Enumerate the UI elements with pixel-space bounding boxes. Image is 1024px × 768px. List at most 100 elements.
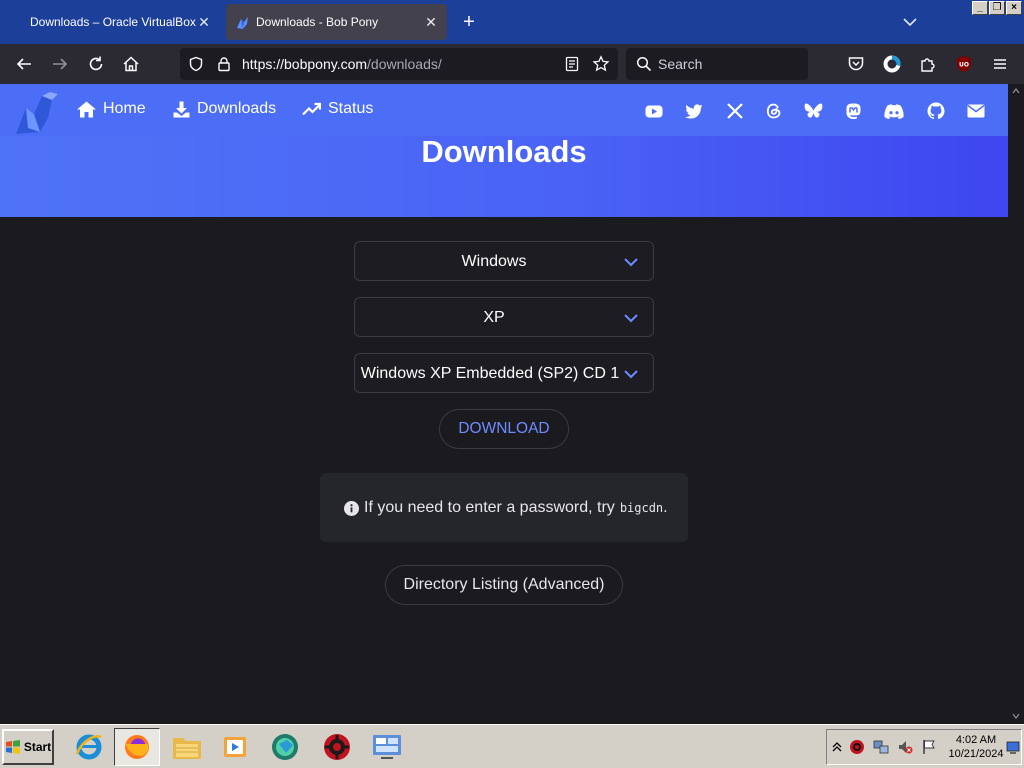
scroll-up-icon[interactable] [1012,87,1020,95]
nav-home-link[interactable]: Home [77,100,146,118]
profile-icon [883,55,901,73]
tray-volume[interactable] [897,739,913,755]
threads-link[interactable] [764,101,784,121]
search-bar[interactable]: Search [626,48,808,80]
scroll-down-icon[interactable] [1012,712,1020,720]
firefox-icon [125,735,149,759]
discord-link[interactable] [884,101,904,121]
address-bar[interactable]: https://bobpony.com/downloads/ [180,48,618,80]
shield-icon[interactable] [188,56,204,72]
ublock-button[interactable]: UO [952,52,976,76]
start-button[interactable]: Start [2,729,54,765]
home-icon [77,101,96,117]
mastodon-link[interactable] [843,101,863,121]
clock-date: 10/21/2024 [948,748,1004,760]
download-button[interactable]: DOWNLOAD [439,409,569,449]
taskbar-media-player[interactable] [212,728,258,766]
github-link[interactable] [926,101,946,121]
trending-up-icon [302,102,321,116]
back-button[interactable] [12,52,36,76]
directory-listing-button[interactable]: Directory Listing (Advanced) [385,565,623,605]
bookmark-star-icon[interactable] [592,55,610,73]
youtube-icon [645,105,663,117]
taskbar-settings-app[interactable] [314,728,360,766]
email-link[interactable] [966,101,986,121]
forward-button[interactable] [48,52,72,76]
tab-virtualbox[interactable]: Downloads – Oracle VirtualBox ✕ [8,4,220,40]
x-icon [727,103,743,119]
tray-action-center[interactable] [921,739,937,755]
tab-label: Downloads – Oracle VirtualBox [30,15,196,29]
taskbar-internet-explorer[interactable] [66,728,112,766]
search-icon [636,56,652,72]
chevron-down-icon [624,258,638,267]
bob-pony-logo-icon[interactable] [12,88,62,136]
twitter-icon [685,103,703,118]
taskbar-control-panel[interactable] [364,728,410,766]
taskbar-clock[interactable]: 4:02 AM 10/21/2024 [945,733,1007,761]
nav-downloads-link[interactable]: Downloads [173,100,276,118]
taskbar-firefox[interactable] [114,728,160,766]
page-scrollbar[interactable] [1008,84,1024,724]
screen: Downloads – Oracle VirtualBox ✕ Download… [0,0,1024,768]
lock-icon[interactable] [216,56,232,72]
minimize-button[interactable]: _ [972,1,988,15]
forward-icon [53,58,68,70]
nav-downloads-label: Downloads [197,100,277,117]
flag-icon [923,740,935,754]
tab-close-icon[interactable]: ✕ [196,14,212,30]
tab-bob-pony[interactable]: Downloads - Bob Pony ✕ [226,4,447,40]
restore-button[interactable]: ❐ [989,1,1005,15]
taskbar-virtualbox[interactable] [262,728,308,766]
reload-icon [89,56,103,71]
folder-icon [173,738,201,759]
show-hidden-icons-button[interactable] [829,739,845,755]
tray-network[interactable] [873,739,889,755]
tab-label: Downloads - Bob Pony [256,15,379,29]
settings-gear-icon [324,734,350,760]
reload-button[interactable] [84,52,108,76]
chevron-up-icon [832,742,842,752]
internet-explorer-icon [75,734,102,760]
bluesky-link[interactable] [803,101,823,121]
info-icon [344,500,359,516]
bluesky-icon [804,103,822,118]
home-button[interactable] [119,52,143,76]
tray-security-app[interactable] [849,739,865,755]
x-link[interactable] [725,101,745,121]
web-page: Home Downloads Status Downloads Windows … [0,84,1008,724]
list-all-tabs-icon[interactable] [900,12,920,32]
youtube-link[interactable] [644,101,664,121]
new-tab-button[interactable]: + [458,12,480,34]
password-notice: If you need to enter a password, try bigc… [320,473,688,542]
app-menu-button[interactable] [988,52,1012,76]
red-gear-icon [850,740,864,754]
version-select-value: XP [483,309,505,326]
file-select[interactable]: Windows XP Embedded (SP2) CD 1 [354,353,654,393]
window-controls: _ ❐ × [972,1,1022,15]
twitter-link[interactable] [684,101,704,121]
close-window-button[interactable]: × [1006,1,1022,15]
github-icon [927,102,945,120]
url-path: /downloads/ [367,56,442,72]
page-title: Downloads [421,134,587,169]
nav-status-link[interactable]: Status [302,100,373,118]
tab-close-icon[interactable]: ✕ [423,14,439,30]
media-player-icon [224,737,246,757]
nav-home-label: Home [103,100,146,117]
site-navbar: Home Downloads Status [0,84,1008,136]
reader-view-icon[interactable] [564,56,580,72]
os-select[interactable]: Windows [354,241,654,281]
system-tray: 4:02 AM 10/21/2024 [826,729,1022,765]
pocket-button[interactable] [844,52,868,76]
virtualbox-icon [272,734,298,760]
mastodon-icon [846,103,860,119]
threads-icon [766,103,781,119]
profile-button[interactable] [880,52,904,76]
svg-text:UO: UO [959,62,969,69]
taskbar-file-explorer[interactable] [164,728,210,766]
show-desktop-button[interactable] [1005,739,1021,755]
tab-strip: Downloads – Oracle VirtualBox ✕ Download… [0,0,1024,44]
extensions-button[interactable] [916,52,940,76]
version-select[interactable]: XP [354,297,654,337]
